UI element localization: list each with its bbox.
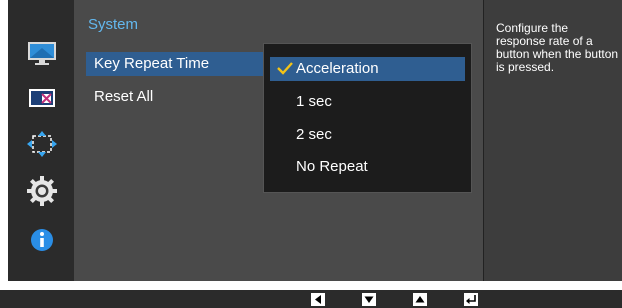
left-arrow-icon[interactable] [311,293,325,306]
help-text: Configure the response rate of a button … [496,22,622,74]
help-line: is pressed. [496,60,555,74]
information-icon[interactable] [26,226,58,254]
color-icon[interactable] [26,84,58,112]
option-label: 1 sec [296,93,332,110]
option-label: 2 sec [296,126,332,143]
checkmark-icon [277,62,293,75]
option-label: No Repeat [296,158,368,175]
option-label: Acceleration [296,60,379,77]
option-acceleration[interactable]: Acceleration [270,57,465,81]
menu-title: System [88,16,139,33]
option-2-sec[interactable]: 2 sec [270,123,465,147]
key-repeat-options: Acceleration 1 sec 2 sec No Repeat [263,43,472,193]
option-no-repeat[interactable]: No Repeat [270,155,465,179]
up-arrow-icon[interactable] [413,293,427,306]
size-position-icon[interactable] [26,130,58,158]
menu-item-reset-all[interactable]: Reset All [86,85,264,109]
system-gear-icon[interactable] [26,175,58,206]
enter-icon[interactable] [464,293,478,306]
picture-icon[interactable] [26,40,58,68]
menu-item-key-repeat-time[interactable]: Key Repeat Time [86,52,264,76]
option-1-sec[interactable]: 1 sec [270,90,465,114]
down-arrow-icon[interactable] [362,293,376,306]
